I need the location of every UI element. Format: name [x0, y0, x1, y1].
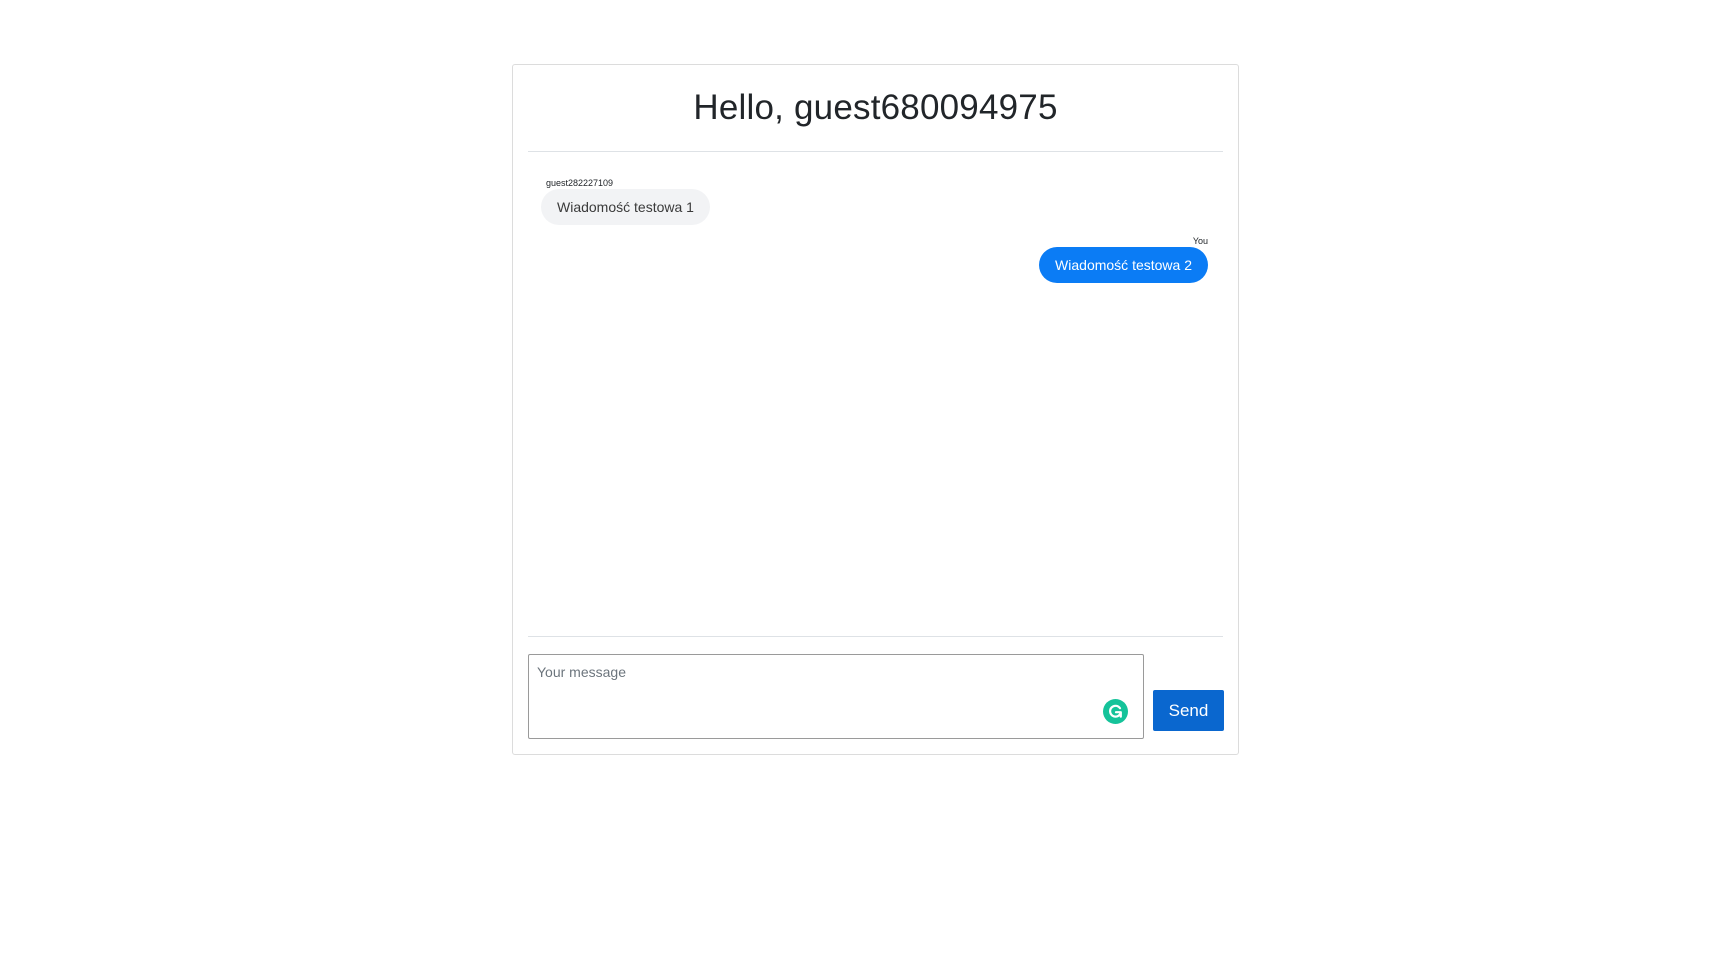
- message-input[interactable]: Your message: [528, 654, 1144, 739]
- chat-header: Hello, guest680094975: [528, 65, 1223, 152]
- send-button[interactable]: Send: [1153, 690, 1224, 731]
- grammarly-icon[interactable]: [1103, 699, 1128, 724]
- chat-card: Hello, guest680094975 guest282227109 Wia…: [512, 64, 1239, 755]
- message-input-placeholder: Your message: [537, 664, 626, 680]
- message-list: guest282227109 Wiadomość testowa 1 You W…: [528, 152, 1223, 637]
- message-bubble-sent: Wiadomość testowa 2: [1039, 247, 1208, 283]
- message-author: You: [1192, 236, 1208, 246]
- message-author: guest282227109: [546, 178, 614, 188]
- message-bubble-received: Wiadomość testowa 1: [541, 189, 710, 225]
- message-composer: Your message Send: [528, 654, 1225, 740]
- greeting-title: Hello, guest680094975: [693, 88, 1058, 127]
